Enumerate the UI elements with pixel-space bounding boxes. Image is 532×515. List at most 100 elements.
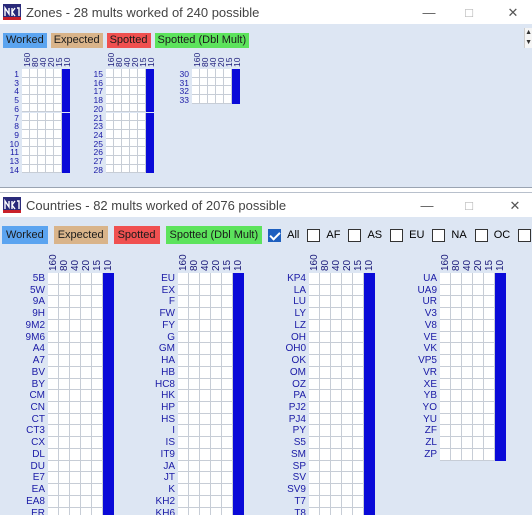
band-cell[interactable] (484, 437, 495, 449)
band-cell[interactable] (54, 164, 62, 174)
band-cell[interactable] (38, 103, 46, 113)
worked-cell[interactable] (364, 378, 375, 391)
worked-cell[interactable] (233, 495, 244, 508)
band-cell[interactable] (46, 138, 54, 148)
band-cell[interactable] (473, 425, 484, 438)
band-cell[interactable] (46, 164, 54, 174)
band-cell[interactable] (462, 425, 473, 438)
band-cell[interactable] (211, 390, 222, 403)
band-cell[interactable] (353, 437, 364, 449)
band-cell[interactable] (484, 319, 495, 332)
band-cell[interactable] (59, 284, 70, 297)
band-cell[interactable] (353, 366, 364, 379)
band-cell[interactable] (92, 472, 103, 485)
band-cell[interactable] (46, 147, 54, 156)
band-cell[interactable] (211, 343, 222, 356)
worked-cell[interactable] (364, 273, 375, 285)
band-cell[interactable] (92, 402, 103, 414)
band-cell[interactable] (81, 319, 92, 332)
worked-cell[interactable] (103, 390, 114, 403)
band-cell[interactable] (451, 308, 462, 320)
band-cell[interactable] (178, 331, 189, 344)
band-cell[interactable] (59, 507, 70, 515)
band-cell[interactable] (59, 425, 70, 438)
band-cell[interactable] (81, 437, 92, 449)
worked-cell[interactable] (146, 129, 154, 139)
band-cell[interactable] (462, 343, 473, 356)
filter-af[interactable]: AF (307, 228, 340, 242)
band-cell[interactable] (130, 69, 138, 78)
band-cell[interactable] (440, 413, 451, 426)
band-cell[interactable] (22, 147, 30, 156)
band-cell[interactable] (462, 390, 473, 403)
band-cell[interactable] (54, 147, 62, 156)
band-cell[interactable] (92, 366, 103, 379)
band-cell[interactable] (138, 77, 146, 87)
band-cell[interactable] (309, 437, 320, 449)
worked-cell[interactable] (103, 507, 114, 515)
filter-eu-checkbox[interactable] (390, 228, 404, 242)
band-cell[interactable] (178, 390, 189, 403)
band-cell[interactable] (59, 484, 70, 496)
worked-cell[interactable] (232, 86, 240, 96)
band-cell[interactable] (48, 296, 59, 309)
band-cell[interactable] (114, 156, 122, 165)
worked-cell[interactable] (364, 343, 375, 356)
band-cell[interactable] (189, 273, 200, 285)
band-cell[interactable] (484, 390, 495, 403)
worked-cell[interactable] (364, 390, 375, 403)
band-cell[interactable] (114, 121, 122, 130)
band-cell[interactable] (70, 402, 81, 414)
band-cell[interactable] (309, 507, 320, 515)
worked-cell[interactable] (103, 331, 114, 344)
band-cell[interactable] (211, 448, 222, 461)
band-cell[interactable] (320, 484, 331, 496)
band-cell[interactable] (353, 390, 364, 403)
band-cell[interactable] (92, 308, 103, 320)
band-cell[interactable] (22, 77, 30, 87)
worked-cell[interactable] (103, 437, 114, 449)
band-cell[interactable] (59, 308, 70, 320)
band-cell[interactable] (70, 308, 81, 320)
worked-cell[interactable] (364, 484, 375, 496)
band-cell[interactable] (320, 273, 331, 285)
band-cell[interactable] (320, 331, 331, 344)
band-cell[interactable] (59, 366, 70, 379)
band-cell[interactable] (200, 308, 211, 320)
band-cell[interactable] (309, 355, 320, 367)
band-cell[interactable] (38, 121, 46, 130)
band-cell[interactable] (222, 437, 233, 449)
band-cell[interactable] (138, 147, 146, 156)
band-cell[interactable] (54, 129, 62, 139)
band-cell[interactable] (92, 331, 103, 344)
band-cell[interactable] (200, 296, 211, 309)
band-cell[interactable] (462, 378, 473, 391)
band-cell[interactable] (462, 413, 473, 426)
band-cell[interactable] (178, 366, 189, 379)
band-cell[interactable] (46, 86, 54, 96)
band-cell[interactable] (484, 378, 495, 391)
band-cell[interactable] (178, 495, 189, 508)
band-cell[interactable] (222, 273, 233, 285)
worked-cell[interactable] (364, 355, 375, 367)
band-cell[interactable] (353, 413, 364, 426)
band-cell[interactable] (462, 284, 473, 297)
band-cell[interactable] (46, 95, 54, 104)
band-cell[interactable] (211, 378, 222, 391)
worked-cell[interactable] (103, 366, 114, 379)
band-cell[interactable] (106, 112, 114, 122)
band-cell[interactable] (331, 343, 342, 356)
band-cell[interactable] (211, 507, 222, 515)
band-cell[interactable] (92, 448, 103, 461)
band-cell[interactable] (353, 273, 364, 285)
worked-cell[interactable] (495, 308, 506, 320)
band-cell[interactable] (211, 495, 222, 508)
band-cell[interactable] (331, 472, 342, 485)
band-cell[interactable] (331, 331, 342, 344)
band-cell[interactable] (122, 86, 130, 96)
band-cell[interactable] (222, 284, 233, 297)
worked-cell[interactable] (62, 112, 70, 122)
worked-cell[interactable] (103, 343, 114, 356)
band-cell[interactable] (48, 355, 59, 367)
worked-cell[interactable] (495, 284, 506, 297)
